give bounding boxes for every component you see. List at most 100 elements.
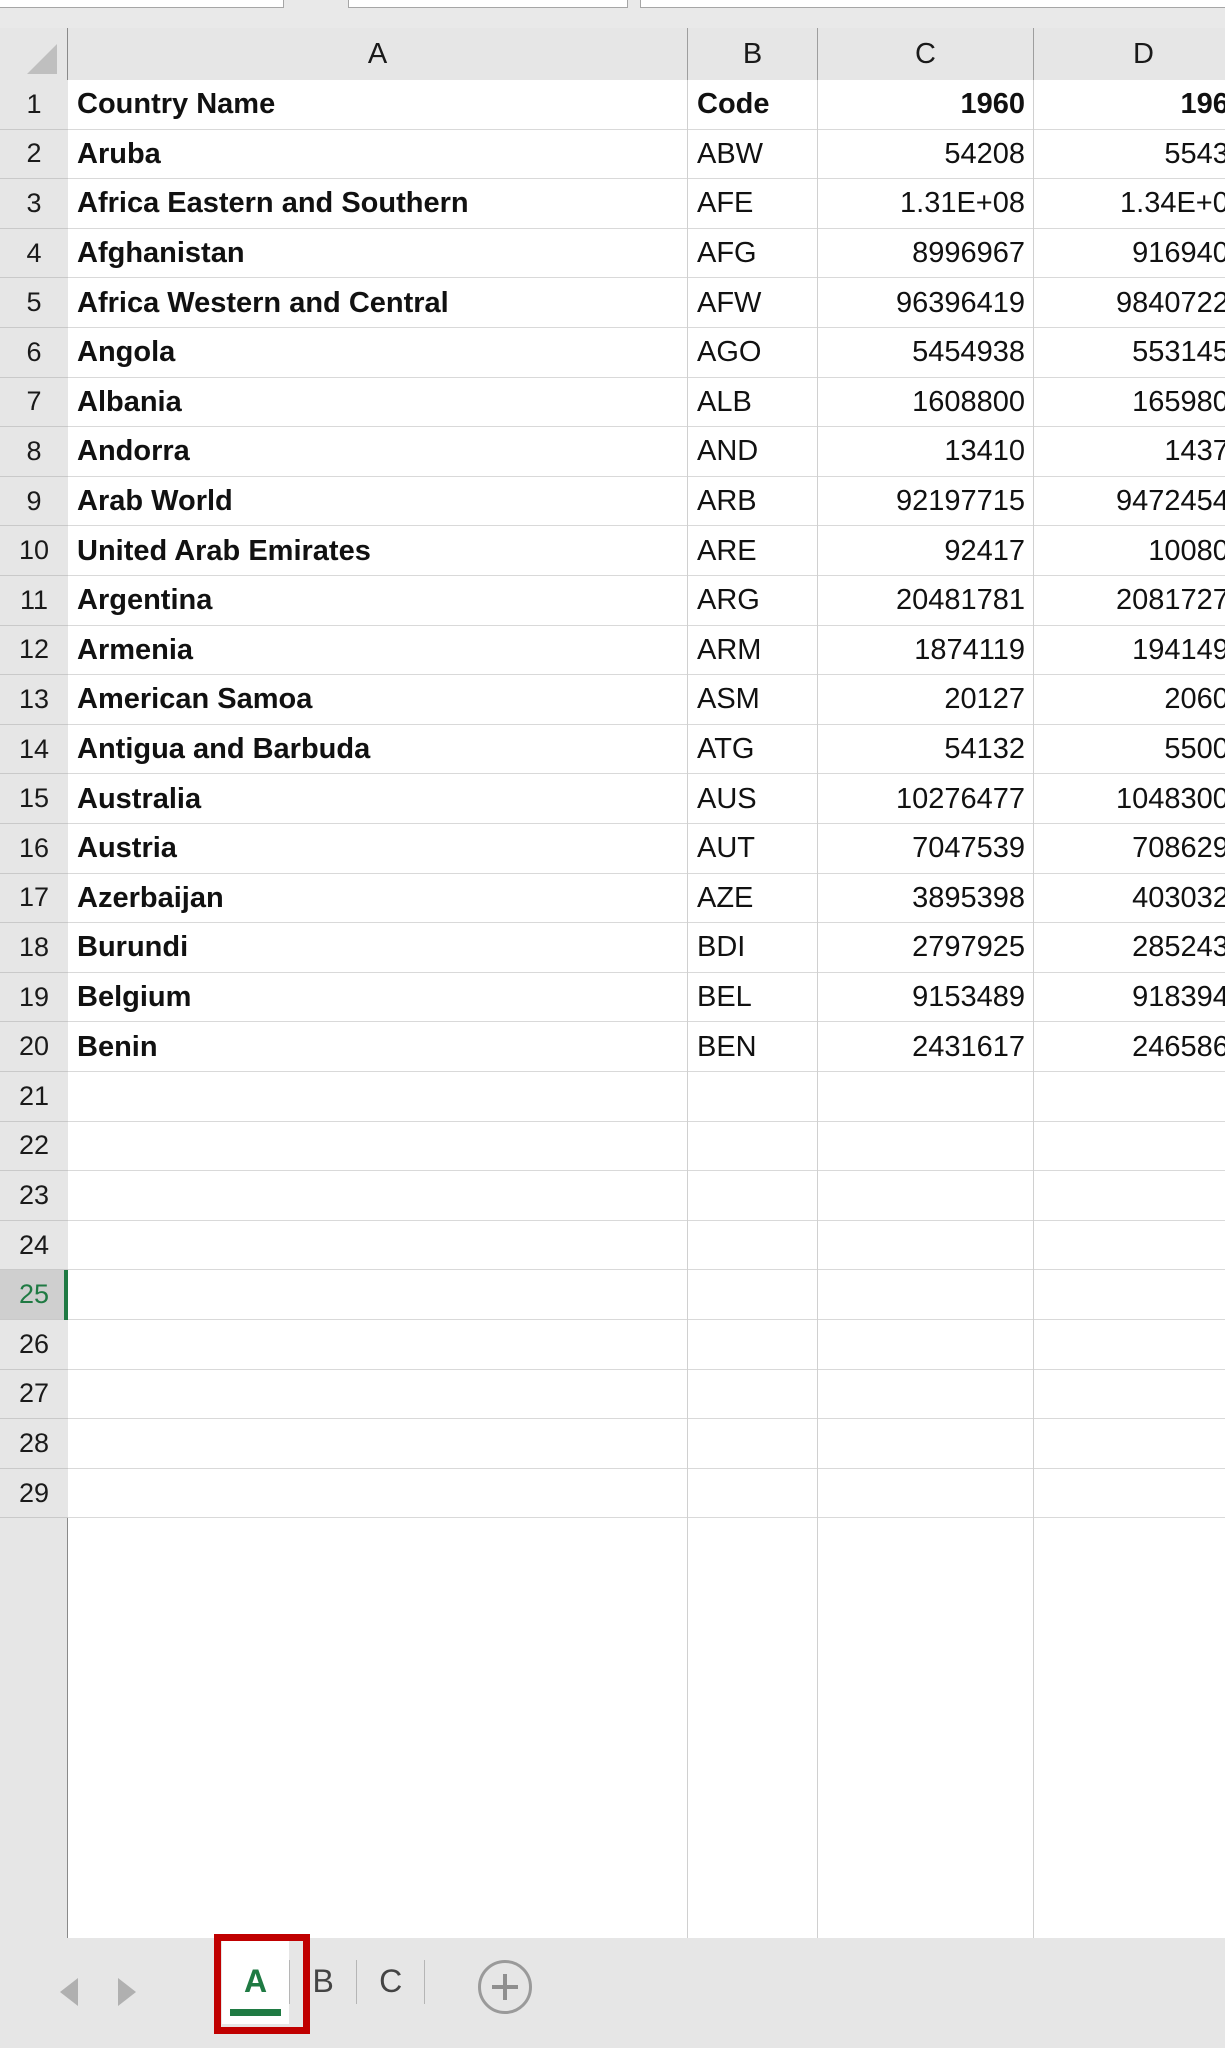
row-header-16[interactable]: 16 bbox=[0, 824, 68, 874]
cell-B12[interactable]: ARM bbox=[688, 626, 818, 676]
cell-D17[interactable]: 4030325 bbox=[1034, 874, 1225, 924]
row-header-24[interactable]: 24 bbox=[0, 1220, 68, 1271]
toolbar-widget[interactable] bbox=[348, 0, 628, 8]
cell-A20[interactable]: Benin bbox=[68, 1022, 688, 1072]
cell-A14[interactable]: Antigua and Barbuda bbox=[68, 725, 688, 775]
formula-input[interactable] bbox=[640, 0, 1225, 8]
cell-C10[interactable]: 92417 bbox=[818, 526, 1034, 576]
row-header-20[interactable]: 20 bbox=[0, 1022, 68, 1072]
cell-D5[interactable]: 98407221 bbox=[1034, 278, 1225, 328]
cell-C3[interactable]: 1.31E+08 bbox=[818, 179, 1034, 229]
cell-C8[interactable]: 13410 bbox=[818, 427, 1034, 477]
row-header-26[interactable]: 26 bbox=[0, 1320, 68, 1370]
cell-B20[interactable]: BEN bbox=[688, 1022, 818, 1072]
column-header-c[interactable]: C bbox=[818, 28, 1034, 80]
cell-D7[interactable]: 1659800 bbox=[1034, 378, 1225, 428]
cell-A18[interactable]: Burundi bbox=[68, 923, 688, 973]
row-header-4[interactable]: 4 bbox=[0, 228, 68, 279]
row-header-22[interactable]: 22 bbox=[0, 1121, 68, 1172]
cell-C2[interactable]: 54208 bbox=[818, 130, 1034, 180]
cell-A19[interactable]: Belgium bbox=[68, 973, 688, 1023]
row-header-23[interactable]: 23 bbox=[0, 1171, 68, 1221]
cell-B5[interactable]: AFW bbox=[688, 278, 818, 328]
cell-D9[interactable]: 94724540 bbox=[1034, 477, 1225, 527]
cell-D13[interactable]: 20605 bbox=[1034, 675, 1225, 725]
cell-A10[interactable]: United Arab Emirates bbox=[68, 526, 688, 576]
row-header-21[interactable]: 21 bbox=[0, 1072, 68, 1122]
cell-C7[interactable]: 1608800 bbox=[818, 378, 1034, 428]
cell-B9[interactable]: ARB bbox=[688, 477, 818, 527]
cell-D20[interactable]: 2465865 bbox=[1034, 1022, 1225, 1072]
column-header-d[interactable]: D bbox=[1034, 28, 1225, 80]
cell-C18[interactable]: 2797925 bbox=[818, 923, 1034, 973]
cell-D6[interactable]: 5531451 bbox=[1034, 328, 1225, 378]
row-header-25[interactable]: 25 bbox=[0, 1270, 69, 1320]
cell-D3[interactable]: 1.34E+08 bbox=[1034, 179, 1225, 229]
row-header-11[interactable]: 11 bbox=[0, 576, 68, 626]
cell-D1[interactable]: 1961 bbox=[1034, 80, 1225, 130]
column-header-b[interactable]: B bbox=[688, 28, 818, 80]
cell-C1[interactable]: 1960 bbox=[818, 80, 1034, 130]
cell-A1[interactable]: Country Name bbox=[68, 80, 688, 130]
cell-C4[interactable]: 8996967 bbox=[818, 229, 1034, 279]
cell-B19[interactable]: BEL bbox=[688, 973, 818, 1023]
cell-B2[interactable]: ABW bbox=[688, 130, 818, 180]
cell-C16[interactable]: 7047539 bbox=[818, 824, 1034, 874]
column-header-a[interactable]: A bbox=[68, 28, 688, 80]
cell-C6[interactable]: 5454938 bbox=[818, 328, 1034, 378]
row-header-14[interactable]: 14 bbox=[0, 724, 68, 775]
cell-B15[interactable]: AUS bbox=[688, 774, 818, 824]
triangle-right-icon[interactable] bbox=[118, 1978, 136, 2006]
cell-C9[interactable]: 92197715 bbox=[818, 477, 1034, 527]
row-header-2[interactable]: 2 bbox=[0, 129, 68, 180]
row-header-15[interactable]: 15 bbox=[0, 774, 68, 824]
cell-B11[interactable]: ARG bbox=[688, 576, 818, 626]
cell-D8[interactable]: 14378 bbox=[1034, 427, 1225, 477]
cell-D2[interactable]: 55434 bbox=[1034, 130, 1225, 180]
cell-C17[interactable]: 3895398 bbox=[818, 874, 1034, 924]
row-header-29[interactable]: 29 bbox=[0, 1468, 68, 1519]
cell-D4[interactable]: 9169406 bbox=[1034, 229, 1225, 279]
cell-B17[interactable]: AZE bbox=[688, 874, 818, 924]
triangle-left-icon[interactable] bbox=[60, 1978, 78, 2006]
row-header-7[interactable]: 7 bbox=[0, 377, 68, 428]
cell-C14[interactable]: 54132 bbox=[818, 725, 1034, 775]
cell-D16[interactable]: 7086299 bbox=[1034, 824, 1225, 874]
cell-A7[interactable]: Albania bbox=[68, 378, 688, 428]
row-header-1[interactable]: 1 bbox=[0, 80, 68, 130]
cell-B16[interactable]: AUT bbox=[688, 824, 818, 874]
sheet-nav-buttons[interactable] bbox=[60, 1962, 200, 2022]
cell-B13[interactable]: ASM bbox=[688, 675, 818, 725]
row-header-10[interactable]: 10 bbox=[0, 526, 68, 576]
row-header-3[interactable]: 3 bbox=[0, 179, 68, 229]
sheet-tab-b[interactable]: B bbox=[290, 1938, 356, 2024]
cell-A8[interactable]: Andorra bbox=[68, 427, 688, 477]
cell-C11[interactable]: 20481781 bbox=[818, 576, 1034, 626]
cell-D10[interactable]: 100801 bbox=[1034, 526, 1225, 576]
cell-D18[interactable]: 2852438 bbox=[1034, 923, 1225, 973]
cell-A15[interactable]: Australia bbox=[68, 774, 688, 824]
cell-C5[interactable]: 96396419 bbox=[818, 278, 1034, 328]
sheet-tab-c[interactable]: C bbox=[357, 1938, 424, 2024]
cell-A5[interactable]: Africa Western and Central bbox=[68, 278, 688, 328]
row-header-13[interactable]: 13 bbox=[0, 675, 68, 725]
row-header-8[interactable]: 8 bbox=[0, 427, 68, 477]
cell-C19[interactable]: 9153489 bbox=[818, 973, 1034, 1023]
row-header-18[interactable]: 18 bbox=[0, 923, 68, 973]
cell-D12[interactable]: 1941498 bbox=[1034, 626, 1225, 676]
cell-B7[interactable]: ALB bbox=[688, 378, 818, 428]
cell-B3[interactable]: AFE bbox=[688, 179, 818, 229]
row-header-17[interactable]: 17 bbox=[0, 873, 68, 924]
cell-A12[interactable]: Armenia bbox=[68, 626, 688, 676]
cell-A17[interactable]: Azerbaijan bbox=[68, 874, 688, 924]
cell-B1[interactable]: Code bbox=[688, 80, 818, 130]
cell-D19[interactable]: 9183948 bbox=[1034, 973, 1225, 1023]
cell-A11[interactable]: Argentina bbox=[68, 576, 688, 626]
cell-B8[interactable]: AND bbox=[688, 427, 818, 477]
cell-D11[interactable]: 20817270 bbox=[1034, 576, 1225, 626]
plus-circle-icon[interactable] bbox=[478, 1960, 532, 2014]
cell-B14[interactable]: ATG bbox=[688, 725, 818, 775]
name-box[interactable] bbox=[0, 0, 284, 8]
row-header-27[interactable]: 27 bbox=[0, 1369, 68, 1420]
select-all-corner[interactable] bbox=[0, 28, 68, 80]
